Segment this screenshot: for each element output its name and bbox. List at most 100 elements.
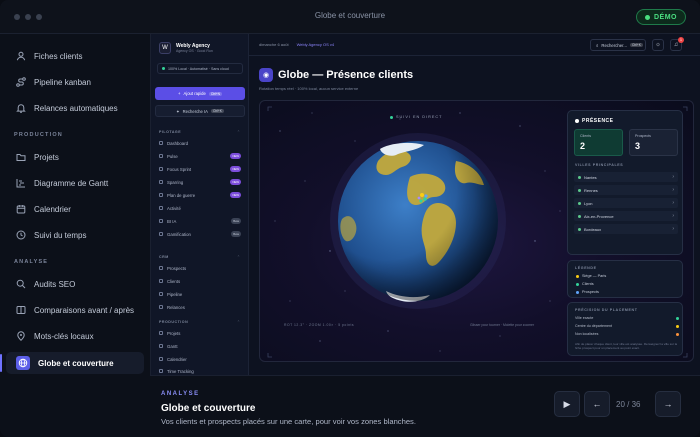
nav-item-pipeline[interactable]: Pipeline kanban: [6, 71, 144, 93]
app-window: Globe et couverture DÉMO Fiches clients …: [0, 0, 700, 437]
live-tracking-label: SUIVI EN DIRECT: [390, 115, 442, 119]
brand-sub: Agency OS · Good Run: [176, 49, 213, 53]
app-nav-projets[interactable]: Projets: [156, 328, 244, 338]
app-nav-plan-guerre[interactable]: Plan de guerre NEW: [156, 190, 244, 200]
section-analyse: ANALYSE: [14, 259, 49, 265]
app-nav-pipeline[interactable]: Pipeline: [156, 289, 244, 299]
app-nav-gantt[interactable]: Gantt: [156, 341, 244, 351]
marker-client: [419, 199, 423, 203]
target-icon: [159, 167, 163, 171]
city-item[interactable]: Bordeaux: [574, 224, 678, 234]
route-icon: [16, 77, 26, 87]
sparkle-icon: ✦: [176, 108, 180, 114]
live-dot-icon: [390, 115, 393, 119]
app-nav-calendrier[interactable]: Calendrier: [156, 354, 244, 364]
status-dot-icon: [162, 67, 165, 70]
sun-icon: ☼: [655, 42, 661, 48]
app-nav-focus-sprint[interactable]: Focus Sprint NEW: [156, 164, 244, 174]
nav-item-gantt[interactable]: Diagramme de Gantt: [6, 172, 144, 194]
legend-title: LÉGENDE: [575, 266, 597, 270]
legend-item: Siège — Paris: [576, 274, 606, 278]
new-badge: NEW: [230, 192, 241, 198]
legend-item: Clients: [576, 282, 594, 286]
nav-item-suivi-temps[interactable]: Suivi du temps: [6, 224, 144, 246]
nav-item-comparaisons[interactable]: Comparaisons avant / après: [6, 299, 144, 321]
route-icon: [159, 292, 163, 296]
tour-bar: ANALYSE Globe et couverture Vos clients …: [150, 375, 700, 437]
tour-section: ANALYSE: [161, 391, 200, 397]
notifications-button[interactable]: ♫ 1: [670, 37, 684, 51]
group-crm[interactable]: CRM ⌃: [159, 255, 240, 259]
city-item[interactable]: Lyon: [574, 198, 678, 208]
app-nav-activite[interactable]: Activité: [156, 203, 244, 213]
search-icon: ⌕: [596, 42, 599, 48]
globe-icon: ◉: [259, 68, 273, 82]
app-nav-sparring[interactable]: Sparring NEW: [156, 177, 244, 187]
city-item[interactable]: Nantes: [574, 172, 678, 182]
search-button[interactable]: ⌕ Rechercher... Ctrl+K: [590, 39, 646, 51]
beta-badge: Beta: [231, 231, 241, 237]
theme-toggle-button[interactable]: ☼: [652, 39, 664, 51]
chart-icon: [159, 219, 163, 223]
prospects-stat[interactable]: Prospects 3: [629, 129, 678, 156]
dashboard-icon: [159, 141, 163, 145]
nav-item-projets[interactable]: Projets: [6, 146, 144, 168]
left-nav: Fiches clients Pipeline kanban Relances …: [0, 34, 150, 437]
legend-dot: [576, 274, 579, 278]
play-button[interactable]: ▶: [554, 391, 580, 417]
folder-icon: [16, 152, 26, 162]
app-nav-gamification[interactable]: Gamification Beta: [156, 229, 244, 239]
quick-add-button[interactable]: + Ajout rapide Ctrl+N: [155, 87, 245, 100]
clients-stat[interactable]: Clients 2: [574, 129, 623, 156]
chevron-up-icon: ⌃: [237, 130, 241, 134]
nav-item-globe[interactable]: Globe et couverture: [0, 352, 144, 374]
clock-icon: [159, 369, 163, 373]
calendar-icon: [159, 357, 163, 361]
next-button[interactable]: →: [655, 391, 681, 417]
legend-panel: LÉGENDE Siège — Paris Clients Prospects: [567, 260, 683, 298]
app-nav-relances[interactable]: Relances: [156, 302, 244, 312]
app-nav-clients[interactable]: Clients: [156, 276, 244, 286]
app-nav-bi-ia[interactable]: BI IA Beta: [156, 216, 244, 226]
precision-row: Non localisées: [575, 332, 679, 336]
group-pilotage[interactable]: PILOTAGE ⌃: [159, 130, 240, 134]
previous-button[interactable]: ←: [584, 391, 610, 417]
nav-item-fiches-clients[interactable]: Fiches clients: [6, 45, 144, 67]
new-badge: NEW: [230, 179, 241, 185]
app-nav-dashboard[interactable]: Dashboard: [156, 138, 244, 148]
app-sidebar: W Webly Agency Agency OS · Good Run 100%…: [151, 34, 249, 375]
user-icon: [159, 279, 163, 283]
marker-prospect: [417, 196, 421, 200]
city-item[interactable]: Aix-en-Provence: [574, 211, 678, 221]
new-badge: NEW: [230, 166, 241, 172]
map-pin-icon: [16, 331, 26, 341]
nav-item-relances[interactable]: Relances automatiques: [6, 97, 144, 119]
app-preview: W Webly Agency Agency OS · Good Run 100%…: [150, 34, 700, 375]
nav-item-calendrier[interactable]: Calendrier: [6, 198, 144, 220]
nav-item-audits-seo[interactable]: Audits SEO: [6, 273, 144, 295]
precision-title: PRÉCISION DU PLACEMENT: [575, 308, 638, 312]
breadcrumb: dimanche 6 août Webly Agency OS v4: [259, 42, 335, 47]
dot-icon: [575, 119, 579, 123]
globe-stage[interactable]: SUIVI EN DIRECT ROT 12.3° · ZOOM 1.00× ·…: [259, 100, 694, 362]
section-production: PRODUCTION: [14, 132, 63, 138]
precision-panel: PRÉCISION DU PLACEMENT Ville exacte Cent…: [567, 302, 683, 356]
step-counter: 20 / 36: [616, 400, 641, 409]
globe-icon: [16, 356, 30, 370]
arrow-right-icon: →: [663, 399, 673, 409]
app-nav-pulse[interactable]: Pulse NEW: [156, 151, 244, 161]
status-dot: [676, 332, 679, 336]
nav-item-mots-cles[interactable]: Mots-clés locaux: [6, 325, 144, 347]
city-item[interactable]: Rennes: [574, 185, 678, 195]
new-badge: NEW: [230, 153, 241, 159]
legend-dot: [576, 290, 579, 294]
beta-badge: Beta: [231, 218, 241, 224]
ai-search-button[interactable]: ✦ Recherche IA Ctrl+K: [155, 105, 245, 117]
chevron-up-icon: ⌃: [237, 320, 241, 324]
play-icon: ▶: [563, 398, 571, 409]
demo-badge: DÉMO: [636, 9, 686, 25]
users-icon: [159, 266, 163, 270]
group-production[interactable]: PRODUCTION ⌃: [159, 320, 240, 324]
app-nav-prospects[interactable]: Prospects: [156, 263, 244, 273]
folder-icon: [159, 331, 163, 335]
